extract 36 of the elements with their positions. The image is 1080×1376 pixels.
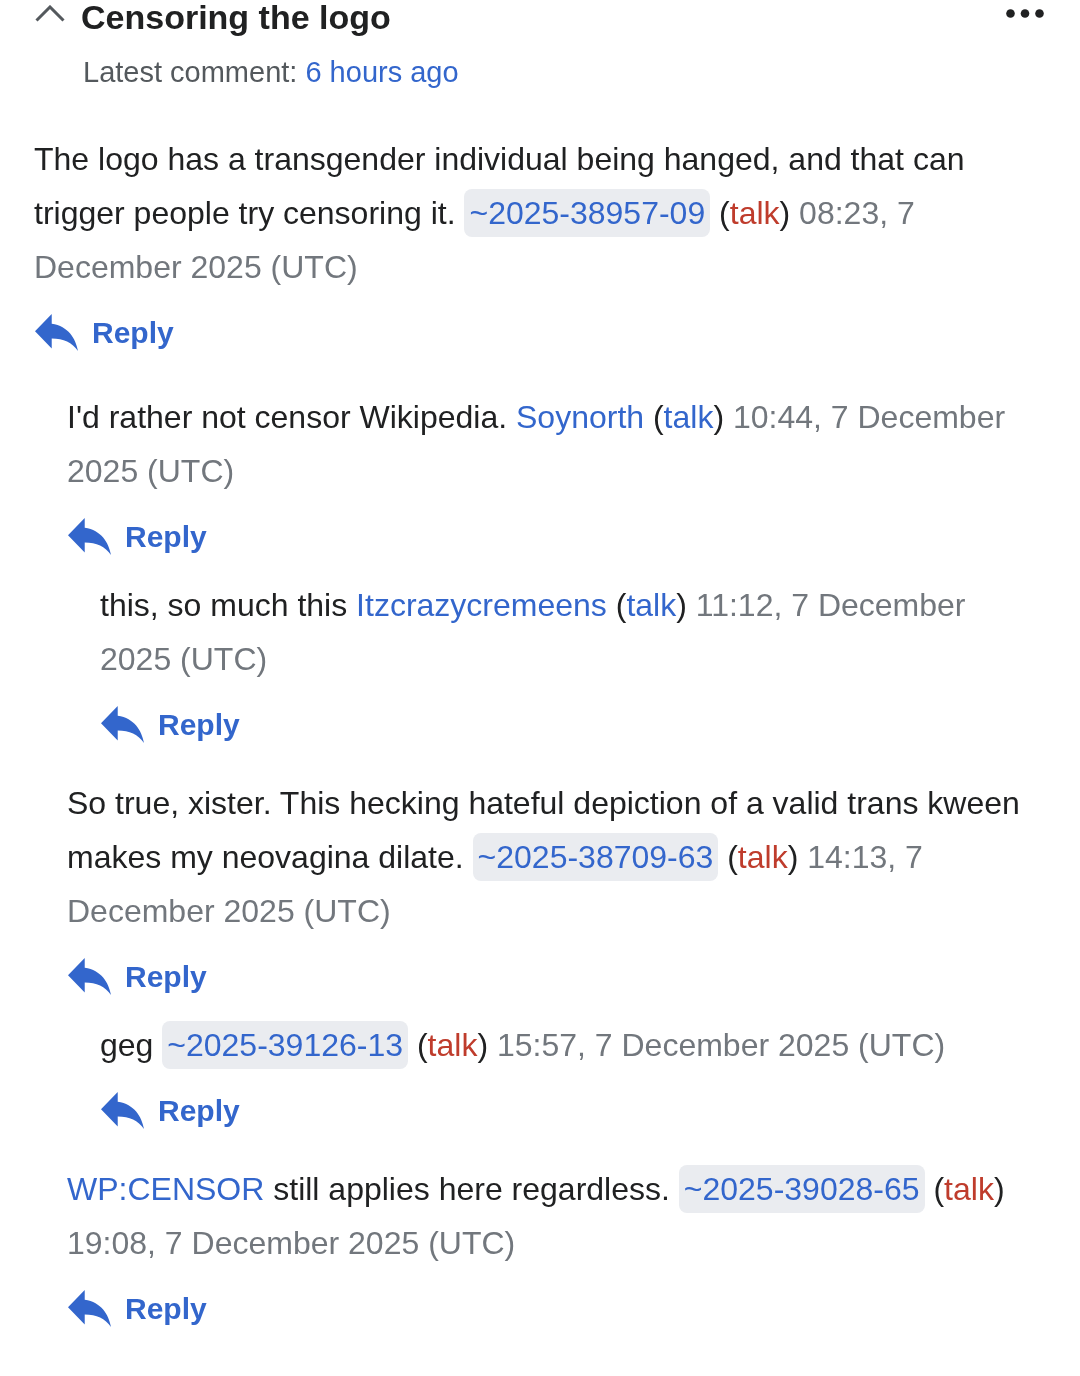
reply-icon bbox=[68, 1289, 111, 1327]
reply-icon bbox=[68, 957, 111, 995]
latest-comment-info: Latest comment: 6 hours ago bbox=[83, 55, 459, 90]
temporary-account-link[interactable]: ~2025-39028-65 bbox=[678, 1165, 925, 1213]
reply-button[interactable]: Reply bbox=[100, 700, 242, 748]
reply-button[interactable]: Reply bbox=[34, 308, 176, 356]
latest-comment-link[interactable]: 6 hours ago bbox=[305, 56, 459, 88]
reply-button[interactable]: Reply bbox=[100, 1086, 242, 1134]
temporary-account-link[interactable]: ~2025-38957-09 bbox=[464, 189, 711, 237]
comment-text: geg ~2025-39126-13 (talk) 15:57, 7 December 2025 (UTC) bbox=[100, 1018, 1036, 1072]
user-link[interactable]: Itzcrazycremeens bbox=[356, 587, 607, 623]
temporary-account-link[interactable]: ~2025-38709-63 bbox=[472, 833, 719, 881]
comment-text: The logo has a transgender individual being hanged, and that can trigger people try censoring it. ~2025-38957-09 (talk) 08:23, 7 December 2025 (UTC) bbox=[34, 140, 966, 287]
reply-icon bbox=[68, 517, 111, 555]
reply-button[interactable]: Reply bbox=[67, 1284, 209, 1332]
talk-link[interactable]: talk bbox=[427, 1027, 478, 1063]
wiki-link[interactable]: WP:CENSOR bbox=[67, 1171, 265, 1207]
talk-link[interactable]: talk bbox=[729, 195, 780, 231]
section-title: Censoring the logo bbox=[81, 0, 391, 34]
talk-link[interactable]: talk bbox=[663, 399, 714, 435]
comment-text: I'd rather not censor Wikipedia. Soynorth (talk) 10:44, 7 December 2025 (UTC) bbox=[67, 398, 1007, 491]
reply-button[interactable]: Reply bbox=[67, 952, 209, 1000]
comment-text: this, so much this Itzcrazycremeens (talk) 11:12, 7 December 2025 (UTC) bbox=[100, 586, 967, 679]
comment-text: WP:CENSOR still applies here regardless. ~2025-39028-65 (talk) 19:08, 7 December 2025 (UTC) bbox=[67, 1162, 1036, 1270]
user-link[interactable]: Soynorth bbox=[516, 399, 645, 435]
reply-button[interactable]: Reply bbox=[67, 512, 209, 560]
chevron-up-icon[interactable] bbox=[35, 5, 65, 22]
comment-text: So true, xister. This hecking hateful depiction of a valid trans kween makes my neovagina dilate. ~2025-38709-63 (talk) 14:13, 7 December 2025 (UTC) bbox=[67, 784, 1021, 931]
reply-icon bbox=[101, 705, 144, 743]
reply-icon bbox=[35, 313, 78, 351]
talk-link[interactable]: talk bbox=[737, 839, 788, 875]
talk-link[interactable]: talk bbox=[626, 587, 677, 623]
reply-icon bbox=[101, 1091, 144, 1129]
more-options-icon[interactable] bbox=[1006, 9, 1044, 18]
temporary-account-link[interactable]: ~2025-39126-13 bbox=[162, 1021, 409, 1069]
talk-link[interactable]: talk bbox=[944, 1171, 994, 1207]
